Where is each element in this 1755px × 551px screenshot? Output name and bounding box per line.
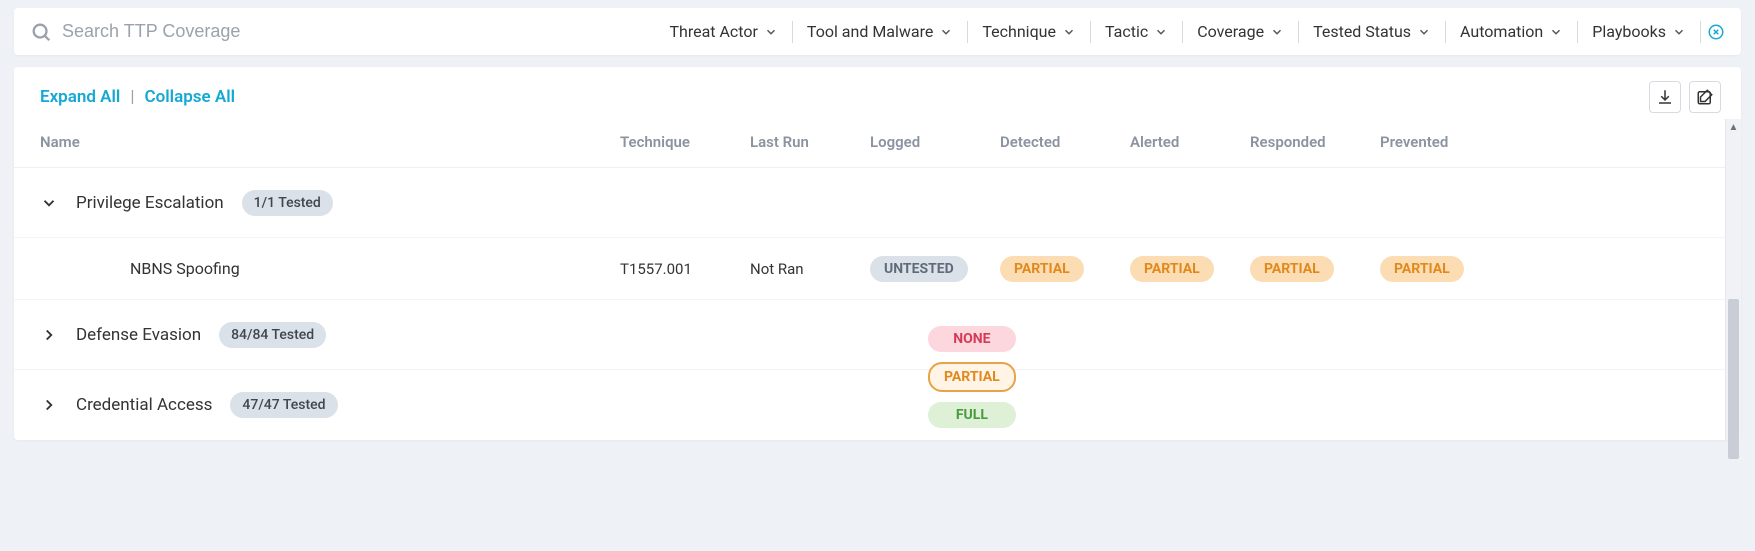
chevron-right-icon[interactable] bbox=[40, 326, 58, 344]
filter-label: Tactic bbox=[1105, 22, 1148, 41]
filter-label: Coverage bbox=[1197, 22, 1264, 41]
status-badge-detected: PARTIAL bbox=[1000, 256, 1084, 282]
status-badge-responded: PARTIAL bbox=[1250, 256, 1334, 282]
filter-technique[interactable]: Technique bbox=[968, 18, 1090, 45]
filter-group: Threat Actor Tool and Malware Technique … bbox=[655, 18, 1725, 45]
group-credential-access[interactable]: Credential Access 47/47 Tested bbox=[14, 370, 1741, 440]
filter-playbooks[interactable]: Playbooks bbox=[1578, 18, 1700, 45]
filter-tested-status[interactable]: Tested Status bbox=[1299, 18, 1445, 45]
table-header: Name Technique Last Run Logged Detected … bbox=[14, 121, 1741, 168]
filter-tactic[interactable]: Tactic bbox=[1091, 18, 1182, 45]
scroll-up-arrow[interactable]: ▲ bbox=[1726, 119, 1741, 135]
status-badge-logged: UNTESTED bbox=[870, 256, 968, 282]
filter-label: Threat Actor bbox=[669, 22, 757, 41]
table-container: Name Technique Last Run Logged Detected … bbox=[14, 121, 1741, 440]
vertical-scrollbar[interactable]: ▲ bbox=[1725, 119, 1741, 440]
filter-coverage[interactable]: Coverage bbox=[1183, 18, 1298, 45]
reset-filters-icon[interactable] bbox=[1707, 23, 1725, 41]
filter-label: Tested Status bbox=[1313, 22, 1411, 41]
scroll-thumb[interactable] bbox=[1728, 299, 1739, 459]
col-responded: Responded bbox=[1250, 133, 1380, 151]
row-lastrun: Not Ran bbox=[750, 260, 870, 278]
collapse-all-link[interactable]: Collapse All bbox=[145, 87, 236, 107]
filter-label: Automation bbox=[1460, 22, 1543, 41]
row-technique: T1557.001 bbox=[620, 260, 750, 278]
edit-icon bbox=[1696, 88, 1714, 106]
chevron-down-icon bbox=[939, 25, 953, 39]
group-label: Defense Evasion bbox=[76, 325, 201, 345]
col-detected: Detected bbox=[1000, 133, 1130, 151]
panel-actions bbox=[1649, 81, 1721, 113]
edit-button[interactable] bbox=[1689, 81, 1721, 113]
chevron-down-icon bbox=[1417, 25, 1431, 39]
col-logged: Logged bbox=[870, 133, 1000, 151]
download-icon bbox=[1656, 88, 1674, 106]
divider bbox=[1700, 21, 1701, 43]
results-panel: Expand All | Collapse All Name Technique… bbox=[14, 67, 1741, 440]
filter-threat-actor[interactable]: Threat Actor bbox=[655, 18, 791, 45]
expand-collapse-controls: Expand All | Collapse All bbox=[40, 87, 235, 107]
group-label: Credential Access bbox=[76, 395, 212, 415]
tested-count-badge: 47/47 Tested bbox=[230, 392, 337, 418]
col-prevented: Prevented bbox=[1380, 133, 1500, 151]
chevron-down-icon bbox=[1549, 25, 1563, 39]
row-name: NBNS Spoofing bbox=[40, 259, 620, 278]
filter-label: Tool and Malware bbox=[807, 22, 933, 41]
tested-count-badge: 1/1 Tested bbox=[242, 190, 333, 216]
chevron-right-icon[interactable] bbox=[40, 396, 58, 414]
search-wrap bbox=[30, 21, 290, 43]
filter-automation[interactable]: Automation bbox=[1446, 18, 1577, 45]
col-lastrun: Last Run bbox=[750, 133, 870, 151]
search-input[interactable] bbox=[62, 21, 282, 42]
table-row[interactable]: NBNS Spoofing T1557.001 Not Ran UNTESTED… bbox=[14, 238, 1741, 300]
expand-all-link[interactable]: Expand All bbox=[40, 87, 120, 107]
status-badge-alerted: PARTIAL bbox=[1130, 256, 1214, 282]
chevron-down-icon bbox=[1270, 25, 1284, 39]
group-label: Privilege Escalation bbox=[76, 193, 224, 213]
group-defense-evasion[interactable]: Defense Evasion 84/84 Tested bbox=[14, 300, 1741, 370]
filter-tool-malware[interactable]: Tool and Malware bbox=[793, 18, 967, 45]
group-privilege-escalation[interactable]: Privilege Escalation 1/1 Tested bbox=[14, 168, 1741, 238]
col-name: Name bbox=[40, 133, 620, 151]
filter-bar: Threat Actor Tool and Malware Technique … bbox=[14, 8, 1741, 55]
filter-label: Technique bbox=[982, 22, 1056, 41]
chevron-down-icon bbox=[764, 25, 778, 39]
panel-toolbar: Expand All | Collapse All bbox=[14, 67, 1741, 121]
search-icon bbox=[30, 21, 52, 43]
status-badge-prevented: PARTIAL bbox=[1380, 256, 1464, 282]
filter-label: Playbooks bbox=[1592, 22, 1666, 41]
chevron-down-icon bbox=[1672, 25, 1686, 39]
col-alerted: Alerted bbox=[1130, 133, 1250, 151]
download-button[interactable] bbox=[1649, 81, 1681, 113]
chevron-down-icon bbox=[1154, 25, 1168, 39]
chevron-down-icon bbox=[1062, 25, 1076, 39]
col-technique: Technique bbox=[620, 133, 750, 151]
tested-count-badge: 84/84 Tested bbox=[219, 322, 326, 348]
separator: | bbox=[130, 87, 134, 107]
chevron-down-icon[interactable] bbox=[40, 194, 58, 212]
